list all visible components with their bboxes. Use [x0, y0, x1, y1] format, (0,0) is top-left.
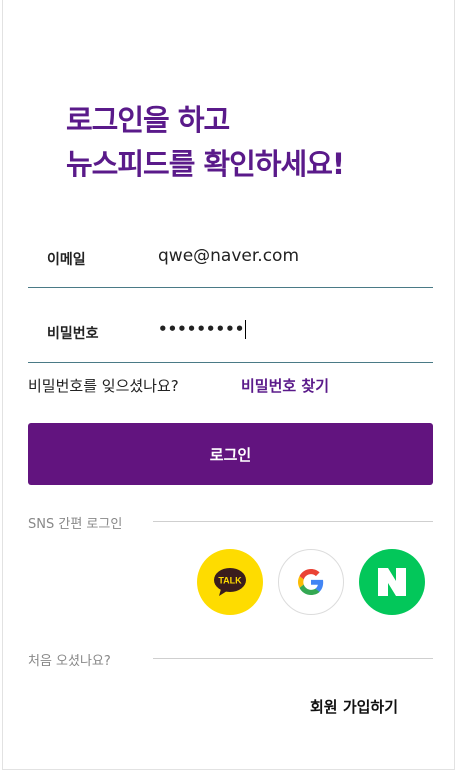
page-title-line-2: 뉴스피드를 확인하세요! — [66, 147, 345, 181]
email-label: 이메일 — [47, 252, 86, 268]
login-button[interactable]: 로그인 — [28, 423, 433, 485]
google-login-button[interactable] — [278, 549, 344, 615]
signup-link[interactable]: 회원 가입하기 — [310, 696, 398, 717]
page-title-line-1: 로그인을 하고 — [66, 103, 230, 137]
sns-login-label: SNS 간편 로그인 — [28, 517, 123, 532]
page-title: 로그인을 하고 뉴스피드를 확인하세요! — [66, 98, 345, 186]
signup-divider — [153, 658, 433, 659]
naver-login-button[interactable] — [359, 549, 425, 615]
find-password-link[interactable]: 비밀번호 찾기 — [241, 375, 329, 396]
first-visit-label: 처음 오셨나요? — [28, 654, 111, 669]
email-underline — [28, 287, 433, 288]
password-underline — [28, 362, 433, 363]
sns-divider — [153, 521, 433, 522]
password-label: 비밀번호 — [47, 326, 99, 342]
text-caret — [245, 320, 247, 339]
kakao-talk-text: TALK — [218, 576, 242, 586]
password-field[interactable]: ••••••••• — [158, 320, 247, 339]
google-icon — [298, 569, 324, 595]
kakao-talk-icon: TALK — [214, 568, 246, 596]
naver-icon — [378, 568, 406, 596]
forgot-password-text: 비밀번호를 잊으셨나요? — [28, 377, 179, 395]
kakao-login-button[interactable]: TALK — [197, 549, 263, 615]
email-field[interactable]: qwe@naver.com — [158, 246, 299, 266]
password-masked-value: ••••••••• — [158, 320, 245, 338]
